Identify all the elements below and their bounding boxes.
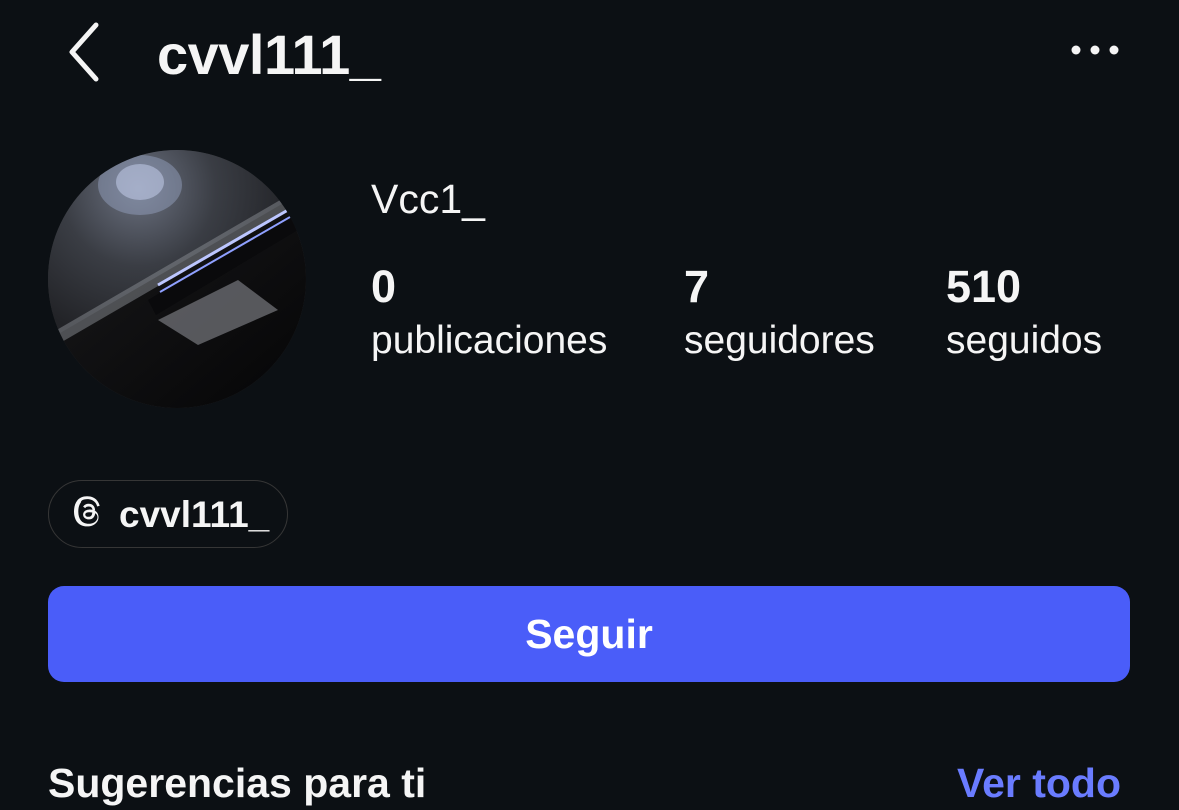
threads-icon [73,495,105,534]
header-username: cvvl111_ [157,23,381,86]
following-count: 510 [946,261,1022,312]
followers-label: seguidores [684,319,875,362]
posts-stat: 0 publicaciones [371,260,607,368]
posts-label: publicaciones [371,319,608,362]
more-options-button[interactable] [1060,30,1130,74]
following-label: seguidos [946,319,1103,362]
display-name: Vcc1_ [371,176,485,222]
profile-photo [48,150,306,408]
threads-badge[interactable]: cvvl111_ [48,480,288,548]
back-button[interactable] [52,18,116,90]
following-stat[interactable]: 510 seguidos [946,260,1102,368]
follow-button[interactable]: Seguir [48,586,1130,682]
avatar[interactable] [48,150,306,408]
see-all-link[interactable]: Ver todo [957,756,1121,810]
more-horizontal-icon [1070,43,1120,61]
followers-count: 7 [684,261,710,312]
chevron-left-icon [64,19,104,90]
suggestions-title: Sugerencias para ti [48,760,427,806]
threads-handle: cvvl111_ [119,493,270,535]
followers-stat[interactable]: 7 seguidores [684,260,875,368]
posts-count: 0 [371,261,397,312]
